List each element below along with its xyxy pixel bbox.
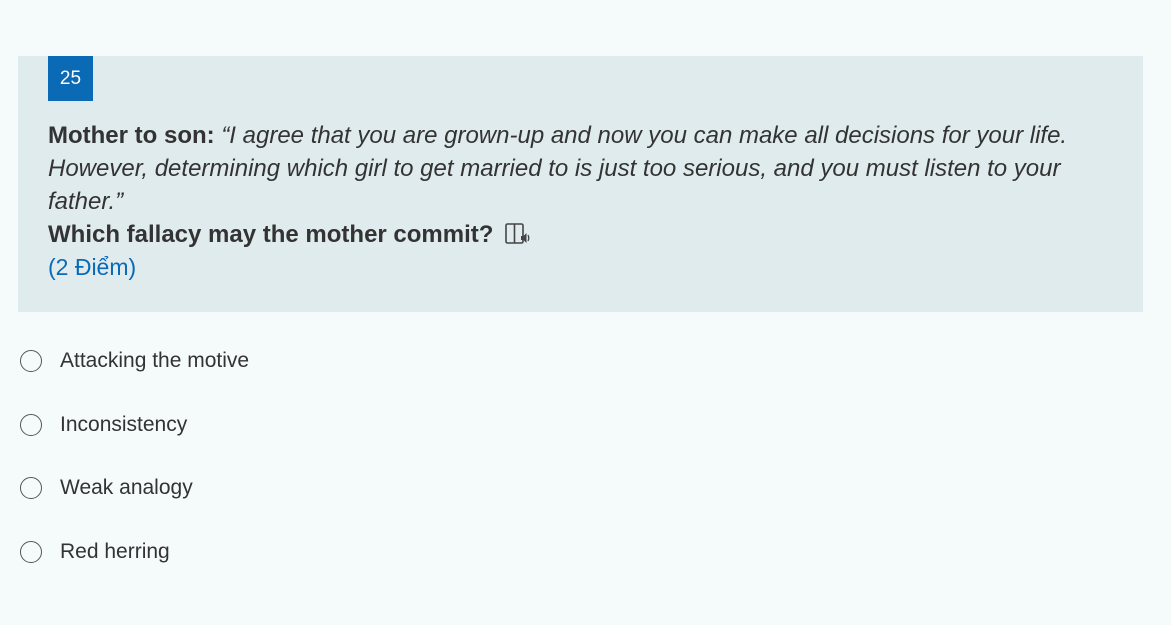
speaker-label: Mother to son: [48, 122, 215, 149]
option-inconsistency[interactable]: Inconsistency [20, 409, 620, 441]
radio-button[interactable] [20, 540, 42, 563]
option-red-herring[interactable]: Red herring [20, 536, 620, 568]
question-body: Mother to son: “I agree that you are gro… [48, 119, 1108, 284]
question-card: 25 Mother to son: “I agree that you are … [18, 56, 1143, 312]
option-label: Attacking the motive [60, 349, 250, 372]
question-number-badge: 25 [48, 56, 93, 101]
immersive-reader-icon[interactable] [505, 222, 531, 246]
option-label: Inconsistency [60, 412, 188, 436]
option-label: Red herring [60, 539, 170, 563]
question-prompt-line: Which fallacy may the mother commit? [48, 218, 1108, 251]
question-prompt: Which fallacy may the mother commit? [48, 221, 494, 248]
points-label: (2 Điểm) [48, 254, 137, 280]
option-attacking-the-motive[interactable]: Attacking the motive [20, 345, 620, 377]
option-label: Weak analogy [60, 476, 193, 499]
answer-options: Attacking the motive Inconsistency Weak … [20, 345, 620, 599]
radio-button[interactable] [20, 350, 42, 372]
option-weak-analogy[interactable]: Weak analogy [20, 472, 620, 504]
radio-button[interactable] [20, 477, 42, 499]
radio-button[interactable] [20, 413, 42, 436]
